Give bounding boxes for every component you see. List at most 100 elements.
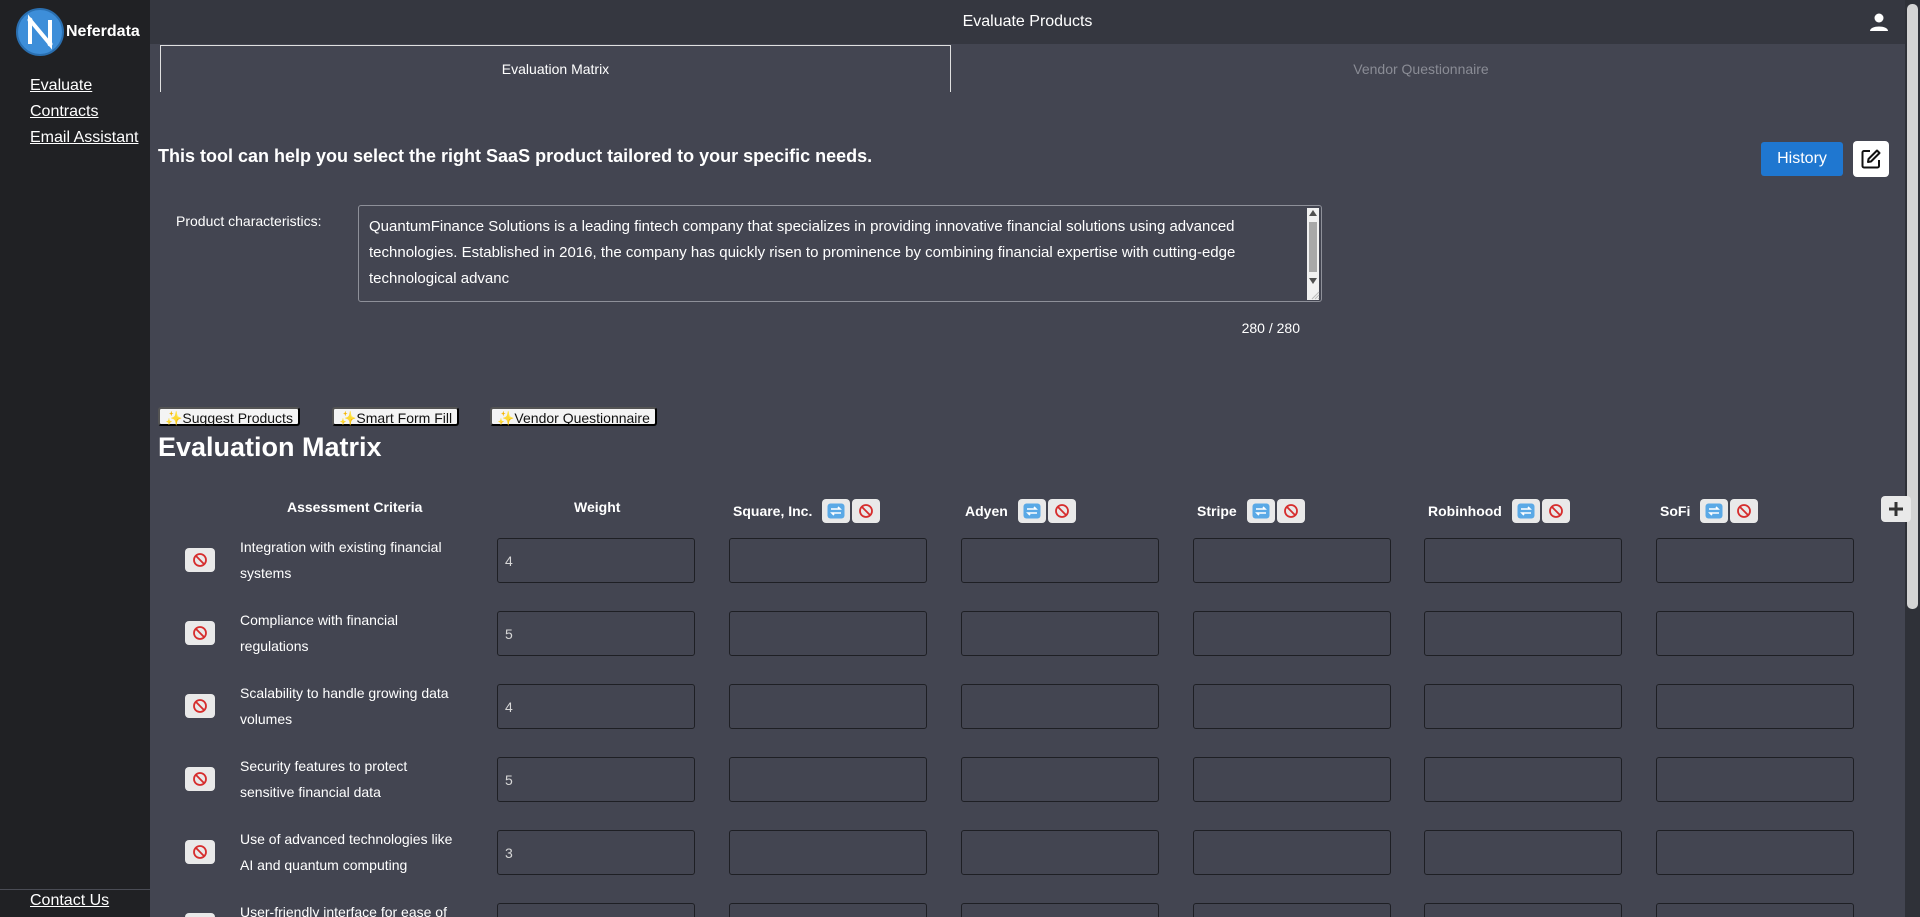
vendor-score-input[interactable] <box>1424 538 1622 583</box>
criterion-label: Compliance with financial regulations <box>240 612 398 654</box>
scroll-down-icon[interactable] <box>1309 278 1317 284</box>
vendor-score-input[interactable] <box>1424 684 1622 729</box>
tab-vendor-questionnaire[interactable]: Vendor Questionnaire <box>951 45 1891 92</box>
product-characteristics-textarea[interactable]: QuantumFinance Solutions is a leading fi… <box>358 205 1322 302</box>
remove-icon <box>193 626 207 640</box>
vendor-score-input[interactable] <box>961 611 1159 656</box>
remove-vendor-button[interactable] <box>1541 499 1570 523</box>
plus-icon <box>1889 502 1903 516</box>
vendor-score-input[interactable] <box>1193 611 1391 656</box>
sidebar: Neferdata Evaluate Contracts Email Assis… <box>0 0 150 917</box>
remove-icon <box>1548 504 1563 518</box>
vendor-score-input[interactable] <box>1656 903 1854 917</box>
vendor-score-input[interactable] <box>961 684 1159 729</box>
smart-form-fill-button[interactable]: ✨Smart Form Fill <box>332 407 460 426</box>
criterion-label: Integration with existing financial syst… <box>240 539 442 581</box>
refresh-vendor-button[interactable] <box>1700 499 1729 523</box>
remove-vendor-button[interactable] <box>1276 499 1305 523</box>
vendor-score-input[interactable] <box>1193 684 1391 729</box>
vendor-score-input[interactable] <box>961 538 1159 583</box>
sidebar-nav: Evaluate Contracts Email Assistant <box>30 73 138 151</box>
vendor-score-input[interactable] <box>729 903 927 917</box>
vendor-column-header: Robinhood <box>1428 499 1570 523</box>
vendor-score-input[interactable] <box>1193 538 1391 583</box>
refresh-vendor-button[interactable] <box>822 499 851 523</box>
user-account-icon[interactable] <box>1869 12 1889 37</box>
vendor-score-input[interactable] <box>1656 684 1854 729</box>
vendor-score-input[interactable] <box>961 830 1159 875</box>
page-scrollbar[interactable] <box>1905 0 1920 917</box>
remove-vendor-button[interactable] <box>1730 499 1759 523</box>
tab-evaluation-matrix[interactable]: Evaluation Matrix <box>160 45 951 92</box>
weight-input[interactable]: 5 <box>497 611 695 656</box>
vendor-score-input[interactable] <box>961 757 1159 802</box>
remove-criterion-button[interactable] <box>185 694 215 718</box>
remove-icon <box>1054 504 1069 518</box>
refresh-vendor-button[interactable] <box>1511 499 1540 523</box>
remove-icon <box>193 699 207 713</box>
vendor-score-input[interactable] <box>1193 757 1391 802</box>
sidebar-item-email-assistant[interactable]: Email Assistant <box>30 125 138 151</box>
edit-button[interactable] <box>1853 141 1889 177</box>
vendor-name: Adyen <box>965 503 1008 519</box>
character-count: 280 / 280 <box>1241 320 1300 336</box>
criteria-column-header: Assessment Criteria <box>287 499 422 515</box>
refresh-vendor-button[interactable] <box>1246 499 1275 523</box>
scroll-up-icon[interactable] <box>1309 210 1317 216</box>
vendor-score-input[interactable] <box>729 830 927 875</box>
add-vendor-button[interactable] <box>1881 496 1911 522</box>
vendor-name: SoFi <box>1660 503 1691 519</box>
suggest-products-button[interactable]: ✨Suggest Products <box>158 407 300 426</box>
vendor-column-header: Adyen <box>965 499 1076 523</box>
remove-icon <box>1283 504 1298 518</box>
weight-input[interactable]: 4 <box>497 684 695 729</box>
remove-criterion-button[interactable] <box>185 767 215 791</box>
weight-input[interactable]: 4 <box>497 538 695 583</box>
vendor-name: Stripe <box>1197 503 1237 519</box>
sidebar-item-evaluate[interactable]: Evaluate <box>30 73 138 99</box>
remove-criterion-button[interactable] <box>185 913 215 917</box>
vendor-score-input[interactable] <box>1424 757 1622 802</box>
vendor-score-input[interactable] <box>1424 611 1622 656</box>
resize-handle-icon[interactable] <box>1310 290 1320 300</box>
remove-vendor-button[interactable] <box>1047 499 1076 523</box>
weight-input[interactable] <box>497 903 695 917</box>
history-button[interactable]: History <box>1761 142 1843 176</box>
weight-input[interactable]: 3 <box>497 830 695 875</box>
vendor-score-input[interactable] <box>729 757 927 802</box>
vendor-score-input[interactable] <box>1424 830 1622 875</box>
contact-us-link[interactable]: Contact Us <box>30 892 109 910</box>
vendor-score-input[interactable] <box>1193 903 1391 917</box>
vendor-score-input[interactable] <box>1193 830 1391 875</box>
remove-vendor-button[interactable] <box>852 499 881 523</box>
vendor-score-input[interactable] <box>1656 611 1854 656</box>
vendor-score-input[interactable] <box>729 684 927 729</box>
vendor-score-input[interactable] <box>961 903 1159 917</box>
vendor-score-input[interactable] <box>729 611 927 656</box>
vendor-score-input[interactable] <box>1656 538 1854 583</box>
refresh-icon <box>827 503 845 519</box>
vendor-name: Square, Inc. <box>733 503 813 519</box>
product-characteristics-value: QuantumFinance Solutions is a leading fi… <box>369 218 1236 287</box>
product-characteristics-label: Product characteristics: <box>176 213 322 229</box>
remove-criterion-button[interactable] <box>185 548 215 572</box>
remove-icon <box>1737 504 1752 518</box>
vendor-score-input[interactable] <box>1656 757 1854 802</box>
intro-text: This tool can help you select the right … <box>158 146 873 166</box>
vendor-questionnaire-button[interactable]: ✨Vendor Questionnaire <box>490 407 657 426</box>
weight-header-label: Weight <box>574 499 621 515</box>
vendor-score-input[interactable] <box>729 538 927 583</box>
refresh-vendor-button[interactable] <box>1017 499 1046 523</box>
vendor-column-header: Square, Inc. <box>733 499 881 523</box>
criterion-label: Use of advanced technologies like AI and… <box>240 831 453 873</box>
vendor-score-input[interactable] <box>1424 903 1622 917</box>
remove-criterion-button[interactable] <box>185 840 215 864</box>
remove-criterion-button[interactable] <box>185 621 215 645</box>
vendor-score-input[interactable] <box>1656 830 1854 875</box>
weight-input[interactable]: 5 <box>497 757 695 802</box>
refresh-icon <box>1517 503 1535 519</box>
sidebar-item-contracts[interactable]: Contracts <box>30 99 138 125</box>
textarea-scrollbar[interactable] <box>1307 208 1319 300</box>
edit-icon <box>1861 149 1881 169</box>
textarea-scroll-thumb[interactable] <box>1309 222 1317 272</box>
